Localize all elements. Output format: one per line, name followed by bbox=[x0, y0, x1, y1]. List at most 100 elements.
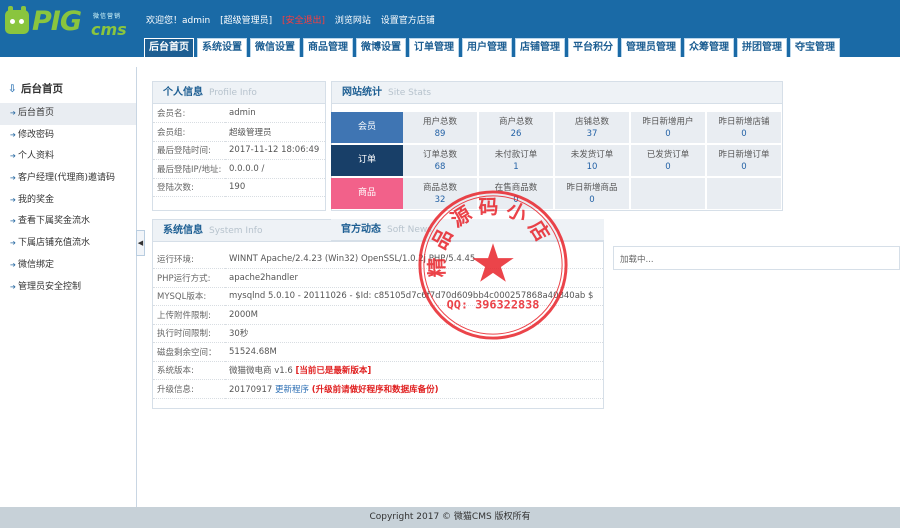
bullet-icon: ➔ bbox=[10, 152, 16, 161]
tab-points[interactable]: 平台积分 bbox=[568, 38, 618, 57]
bullet-icon: ➔ bbox=[10, 130, 16, 139]
table-row: 会员名: admin bbox=[153, 104, 325, 123]
panel-title-cn: 官方动态 bbox=[341, 224, 381, 235]
sidebar-item-wechat-bind[interactable]: ➔ 微信绑定 bbox=[0, 255, 136, 277]
field-value: 20170917 更新程序 (升级前请做好程序和数据库备份) bbox=[225, 379, 603, 399]
logo-cms-text: cms bbox=[91, 20, 127, 39]
news-list: 加载中... bbox=[613, 246, 900, 270]
sidebar-item-bonus[interactable]: ➔ 我的奖金 bbox=[0, 190, 136, 212]
sidebar-item-label: 个人资料 bbox=[18, 151, 55, 162]
stat-cell: 已发货订单 0 bbox=[631, 145, 706, 176]
stat-cell-empty bbox=[631, 178, 706, 209]
field-value: 微猫微电商 v1.6 [当前已是最新版本] bbox=[225, 361, 603, 380]
tab-lottery[interactable]: 夺宝管理 bbox=[790, 38, 840, 57]
tab-weibo-settings[interactable]: 微博设置 bbox=[356, 38, 406, 57]
role-text: [超级管理员] bbox=[220, 16, 273, 26]
tab-admins[interactable]: 管理员管理 bbox=[621, 38, 681, 57]
field-value: 2017-11-12 18:06:49 bbox=[225, 141, 325, 160]
bullet-icon: ➔ bbox=[10, 195, 16, 204]
sidebar-item-home[interactable]: ➔ 后台首页 bbox=[0, 103, 136, 125]
panel-title-cn: 网站统计 bbox=[342, 87, 382, 98]
stat-cell: 订单总数 68 bbox=[403, 145, 478, 176]
stat-cell: 店铺总数 37 bbox=[555, 112, 630, 143]
official-store-link[interactable]: 设置官方店铺 bbox=[381, 16, 435, 26]
down-arrow-icon: ⇩ bbox=[8, 83, 17, 95]
sidebar-item-recharge-flow[interactable]: ➔ 下属店铺充值流水 bbox=[0, 233, 136, 255]
sidebar: ⇩ 后台首页 ➔ 后台首页 ➔ 修改密码 ➔ 个人资料 ➔ 客户经理(代理商)邀请码 ➔ 我… bbox=[0, 67, 137, 507]
field-label: PHP运行方式: bbox=[153, 268, 225, 288]
tab-crowdfunding[interactable]: 众筹管理 bbox=[684, 38, 734, 57]
tab-wechat-settings[interactable]: 微信设置 bbox=[250, 38, 300, 57]
logout-link[interactable]: [安全退出] bbox=[282, 16, 325, 26]
sidebar-item-label: 我的奖金 bbox=[18, 194, 55, 205]
sidebar-item-label: 后台首页 bbox=[18, 108, 55, 118]
sidebar-item-label: 微信绑定 bbox=[18, 259, 55, 270]
tab-users[interactable]: 用户管理 bbox=[462, 38, 512, 57]
field-label: 登陆次数: bbox=[153, 178, 225, 197]
field-label: 会员名: bbox=[153, 104, 225, 123]
field-value: 190 bbox=[225, 178, 325, 197]
sidebar-collapse-button[interactable]: ◀ bbox=[136, 230, 145, 256]
sidebar-item-security[interactable]: ➔ 管理员安全控制 bbox=[0, 277, 136, 299]
member-label: 会员 bbox=[331, 112, 403, 143]
profile-title: 个人信息 Profile Info bbox=[153, 82, 325, 104]
main-nav: 后台首页 系统设置 微信设置 商品管理 微博设置 订单管理 用户管理 店铺管理 平台积分 管理员管… bbox=[144, 36, 843, 57]
tab-home[interactable]: 后台首页 bbox=[144, 38, 194, 57]
sidebar-item-label: 查看下属奖金流水 bbox=[18, 216, 91, 227]
stats-title: 网站统计 Site Stats bbox=[332, 82, 782, 104]
browse-site-link[interactable]: 浏览网站 bbox=[335, 16, 371, 26]
tab-stores[interactable]: 店铺管理 bbox=[515, 38, 565, 57]
stat-cell-empty bbox=[707, 178, 782, 209]
upgrade-note: (升级前请做好程序和数据库备份) bbox=[311, 384, 439, 395]
table-row: 会员组: 超级管理员 bbox=[153, 122, 325, 142]
panel-title-en: Profile Info bbox=[209, 88, 257, 98]
field-label: MYSQL版本: bbox=[153, 287, 225, 306]
stat-cell: 用户总数 89 bbox=[403, 112, 478, 143]
field-value: 超级管理员 bbox=[225, 122, 325, 142]
field-label: 最后登陆时间: bbox=[153, 141, 225, 160]
version-note: [当前已是最新版本] bbox=[295, 366, 372, 377]
table-row: 升级信息: 20170917 更新程序 (升级前请做好程序和数据库备份) bbox=[153, 379, 603, 399]
field-label: 会员组: bbox=[153, 122, 225, 142]
stat-cell: 昨日新增订单 0 bbox=[707, 145, 782, 176]
sidebar-item-bonus-flow[interactable]: ➔ 查看下属奖金流水 bbox=[0, 211, 136, 233]
field-label: 执行时间限制: bbox=[153, 324, 225, 343]
stat-cell: 昨日新增店铺 0 bbox=[707, 112, 782, 143]
upgrade-date: 20170917 bbox=[229, 384, 273, 395]
update-program-link[interactable]: 更新程序 bbox=[275, 385, 309, 395]
logo[interactable]: PIG 微信营销 cms bbox=[5, 6, 135, 46]
profile-table: 会员名: admin 会员组: 超级管理员 最后登陆时间: 2017-11-12 18… bbox=[153, 104, 325, 197]
logo-tag: 微信营销 bbox=[93, 13, 122, 20]
tab-orders[interactable]: 订单管理 bbox=[409, 38, 459, 57]
bullet-icon: ➔ bbox=[10, 239, 16, 248]
table-row: 最后登陆IP/地址: 0.0.0.0 / bbox=[153, 159, 325, 179]
version-value: 微猫微电商 v1.6 bbox=[229, 366, 293, 377]
sidebar-title: 后台首页 bbox=[21, 83, 63, 95]
field-label: 运行环境: bbox=[153, 250, 225, 269]
sidebar-item-label: 客户经理(代理商)邀请码 bbox=[18, 173, 116, 184]
profile-panel: 个人信息 Profile Info 会员名: admin 会员组: 超级管理员 最后登… bbox=[152, 81, 326, 211]
table-row: 磁盘剩余空间： 51524.68M bbox=[153, 342, 603, 362]
field-label: 磁盘剩余空间： bbox=[153, 342, 225, 362]
watermark-stamp: 精品源码小店 QQ: 396322838 bbox=[418, 190, 568, 340]
tab-group-buy[interactable]: 拼团管理 bbox=[737, 38, 787, 57]
triangle-left-icon: ◀ bbox=[137, 239, 144, 247]
bullet-icon: ➔ bbox=[10, 174, 16, 183]
goods-label: 商品 bbox=[331, 178, 403, 209]
stamp-qq-text: QQ: 396322838 bbox=[447, 297, 540, 311]
sidebar-item-invite-code[interactable]: ➔ 客户经理(代理商)邀请码 bbox=[0, 168, 136, 190]
sidebar-item-change-password[interactable]: ➔ 修改密码 bbox=[0, 125, 136, 147]
header: PIG 微信营销 cms 欢迎您！admin [超级管理员] [安全退出] 浏览… bbox=[0, 0, 900, 57]
stats-row-orders: 订单 订单总数 68 未付款订单 1 未发货订单 10 已发货订单 0 昨日新增订单 0 bbox=[331, 145, 783, 177]
table-row: 系统版本: 微猫微电商 v1.6 [当前已是最新版本] bbox=[153, 361, 603, 380]
sidebar-item-profile[interactable]: ➔ 个人资料 bbox=[0, 146, 136, 168]
field-label: 最后登陆IP/地址: bbox=[153, 159, 225, 179]
stat-cell: 未付款订单 1 bbox=[479, 145, 554, 176]
tab-goods[interactable]: 商品管理 bbox=[303, 38, 353, 57]
stats-row-members: 会员 用户总数 89 商户总数 26 店铺总数 37 昨日新增用户 0 昨日新增店铺 0 bbox=[331, 112, 783, 144]
bullet-icon: ➔ bbox=[10, 282, 16, 291]
tab-system-settings[interactable]: 系统设置 bbox=[197, 38, 247, 57]
table-row: 登陆次数: 190 bbox=[153, 178, 325, 197]
sidebar-item-label: 修改密码 bbox=[18, 129, 55, 140]
bullet-icon: ➔ bbox=[10, 217, 16, 226]
